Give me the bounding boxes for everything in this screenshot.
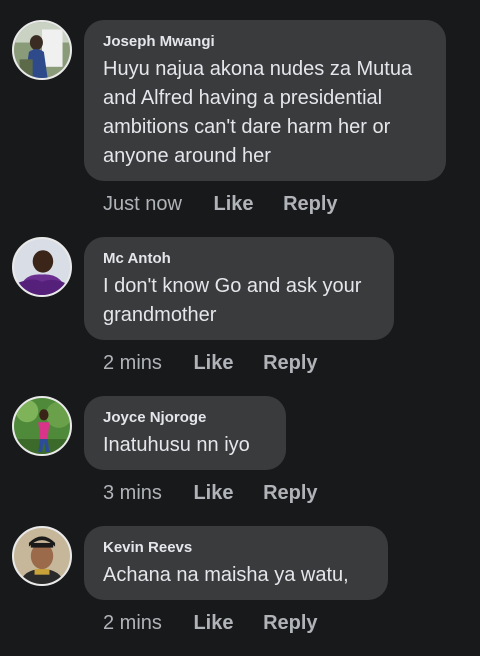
comment-actions: 2 mins Like Reply [103, 351, 318, 375]
comment-text: I don't know Go and ask your grandmother [103, 275, 362, 326]
like-button[interactable]: Like [193, 351, 233, 375]
comment-actions: 3 mins Like Reply [103, 481, 318, 505]
comment-timestamp[interactable]: 3 mins [103, 481, 162, 505]
comment-bubble: Joyce Njoroge Inatuhusu nn iyo [84, 396, 286, 470]
reply-button[interactable]: Reply [263, 351, 317, 375]
profile-photo-icon [14, 528, 70, 584]
comment-bubble: Joseph Mwangi Huyu najua akona nudes za … [84, 20, 446, 181]
avatar[interactable] [12, 237, 72, 297]
comment-text: Inatuhusu nn iyo [103, 434, 250, 456]
comment-author[interactable]: Joseph Mwangi [103, 33, 428, 51]
comment-bubble: Mc Antoh I don't know Go and ask your gr… [84, 237, 394, 340]
comment-bubble: Kevin Reevs Achana na maisha ya watu, [84, 526, 388, 600]
comment-author[interactable]: Kevin Reevs [103, 539, 370, 557]
comment-text: Huyu najua akona nudes za Mutua and Alfr… [103, 58, 413, 167]
reply-button[interactable]: Reply [263, 611, 317, 635]
like-button[interactable]: Like [193, 611, 233, 635]
avatar[interactable] [12, 20, 72, 80]
comment-author[interactable]: Joyce Njoroge [103, 409, 268, 427]
reply-button[interactable]: Reply [263, 481, 317, 505]
comment-timestamp[interactable]: 2 mins [103, 611, 162, 635]
comment-author[interactable]: Mc Antoh [103, 250, 376, 268]
avatar[interactable] [12, 526, 72, 586]
like-button[interactable]: Like [214, 192, 254, 216]
comment-timestamp[interactable]: Just now [103, 192, 182, 216]
profile-photo-icon [14, 239, 70, 295]
profile-photo-icon [14, 22, 70, 78]
comment-actions: 2 mins Like Reply [103, 611, 318, 635]
avatar[interactable] [12, 396, 72, 456]
comment-text: Achana na maisha ya watu, [103, 564, 349, 586]
like-button[interactable]: Like [193, 481, 233, 505]
comment-actions: Just now Like Reply [103, 192, 338, 216]
comment-timestamp[interactable]: 2 mins [103, 351, 162, 375]
reply-button[interactable]: Reply [283, 192, 337, 216]
profile-photo-icon [14, 398, 70, 454]
